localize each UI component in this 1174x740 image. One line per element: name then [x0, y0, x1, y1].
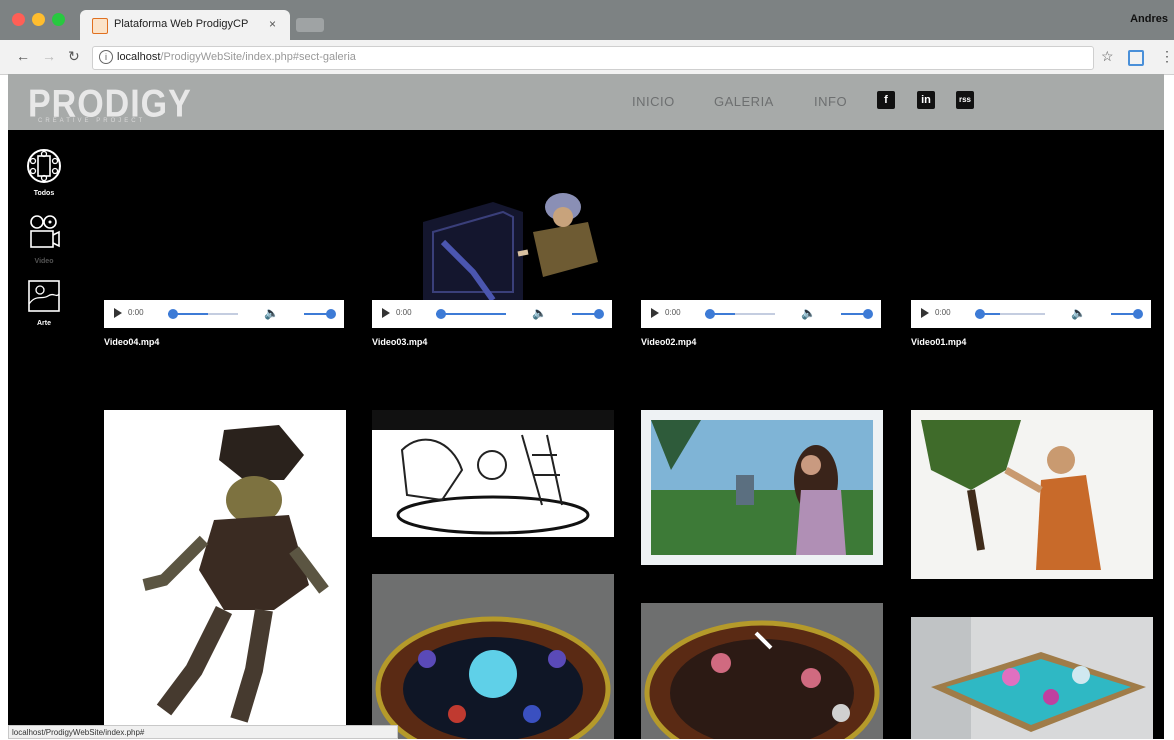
volume-knob[interactable] [594, 309, 604, 319]
image-icon [28, 280, 60, 312]
filter-video[interactable]: Video [24, 214, 64, 265]
video-name-1: Video01.mp4 [911, 337, 967, 347]
browser-tab[interactable]: Plataforma Web ProdigyCP × [80, 10, 290, 40]
bookmark-star-icon[interactable]: ☆ [1101, 48, 1114, 65]
video-time: 0:00 [396, 308, 412, 317]
url-input[interactable]: i localhost/ProdigyWebSite/index.php#sec… [92, 46, 1094, 70]
volume-icon[interactable]: 🔈 [532, 306, 547, 320]
video-name-3: Video03.mp4 [372, 337, 428, 347]
favicon-icon [92, 18, 108, 34]
art-image-monk[interactable] [911, 410, 1153, 579]
close-window-button[interactable] [12, 13, 25, 26]
filter-arte-label: Arte [36, 320, 51, 327]
reload-icon[interactable]: ↻ [68, 48, 80, 65]
extension-icon[interactable] [1128, 50, 1144, 66]
nav-inicio[interactable]: INICIO [632, 94, 675, 109]
site-header: PRODIGY CREATIVE PROJECT INICIO GALERIA … [8, 74, 1164, 130]
address-bar-row: ← → ↻ i localhost/ProdigyWebSite/index.p… [0, 40, 1174, 75]
tab-title: Plataforma Web ProdigyCP [114, 18, 249, 30]
status-bar-url: localhost/ProdigyWebSite/index.php# [8, 725, 398, 739]
url-path: /ProdigyWebSite/index.php#sect-galeria [160, 51, 356, 63]
video-player-1[interactable]: 0:00 🔈 [911, 300, 1151, 328]
forward-arrow-icon[interactable]: → [42, 48, 56, 64]
volume-knob[interactable] [326, 309, 336, 319]
video-player-2[interactable]: 0:00 🔈 [641, 300, 881, 328]
filter-todos[interactable]: Todos [24, 148, 64, 197]
seek-knob[interactable] [975, 309, 985, 319]
info-icon[interactable]: i [99, 50, 113, 64]
play-icon[interactable] [114, 308, 122, 318]
nav-galeria[interactable]: GALERIA [714, 94, 774, 109]
video-player-4[interactable]: 0:00 🔈 [104, 300, 344, 328]
nav-info[interactable]: INFO [814, 94, 847, 109]
rss-icon[interactable]: rss [956, 91, 974, 109]
facebook-icon[interactable]: f [877, 91, 895, 109]
filter-todos-label: Todos [33, 190, 55, 197]
new-tab-button[interactable] [296, 18, 324, 32]
linkedin-icon[interactable]: in [917, 91, 935, 109]
browser-tab-bar: Plataforma Web ProdigyCP × Andres [0, 0, 1174, 40]
back-arrow-icon[interactable]: ← [16, 48, 30, 64]
maximize-window-button[interactable] [52, 13, 65, 26]
video-time: 0:00 [665, 308, 681, 317]
video-player-3[interactable]: 0:00 🔈 [372, 300, 612, 328]
seek-knob[interactable] [436, 309, 446, 319]
seek-knob[interactable] [705, 309, 715, 319]
art-image-character[interactable] [104, 410, 346, 739]
volume-icon[interactable]: 🔈 [1071, 306, 1086, 320]
filter-video-label: Video [34, 258, 54, 265]
profile-name[interactable]: Andres [1130, 13, 1168, 25]
video-time: 0:00 [128, 308, 144, 317]
volume-icon[interactable]: 🔈 [264, 306, 279, 320]
video-camera-icon [30, 215, 60, 248]
art-image-stage-1[interactable] [372, 574, 614, 739]
tab-close-icon[interactable]: × [269, 17, 276, 31]
browser-menu-icon[interactable]: ⋮ [1160, 48, 1174, 65]
video-name-2: Video02.mp4 [641, 337, 697, 347]
logo-subtitle: CREATIVE PROJECT [38, 118, 146, 124]
seek-knob[interactable] [168, 309, 178, 319]
play-icon[interactable] [651, 308, 659, 318]
film-reel-icon [27, 149, 61, 183]
art-image-woman[interactable] [641, 410, 883, 565]
url-host: localhost [117, 51, 161, 63]
play-icon[interactable] [921, 308, 929, 318]
website-viewport: PRODIGY CREATIVE PROJECT INICIO GALERIA … [8, 74, 1164, 739]
minimize-window-button[interactable] [32, 13, 45, 26]
art-image-pool[interactable] [911, 617, 1153, 739]
art-image-sketch[interactable] [372, 410, 614, 537]
video-name-4: Video04.mp4 [104, 337, 160, 347]
filter-arte[interactable]: Arte [24, 278, 64, 327]
video-poster[interactable] [413, 182, 608, 302]
volume-knob[interactable] [863, 309, 873, 319]
play-icon[interactable] [382, 308, 390, 318]
volume-icon[interactable]: 🔈 [801, 306, 816, 320]
volume-knob[interactable] [1133, 309, 1143, 319]
art-image-stage-2[interactable] [641, 603, 883, 739]
video-time: 0:00 [935, 308, 951, 317]
